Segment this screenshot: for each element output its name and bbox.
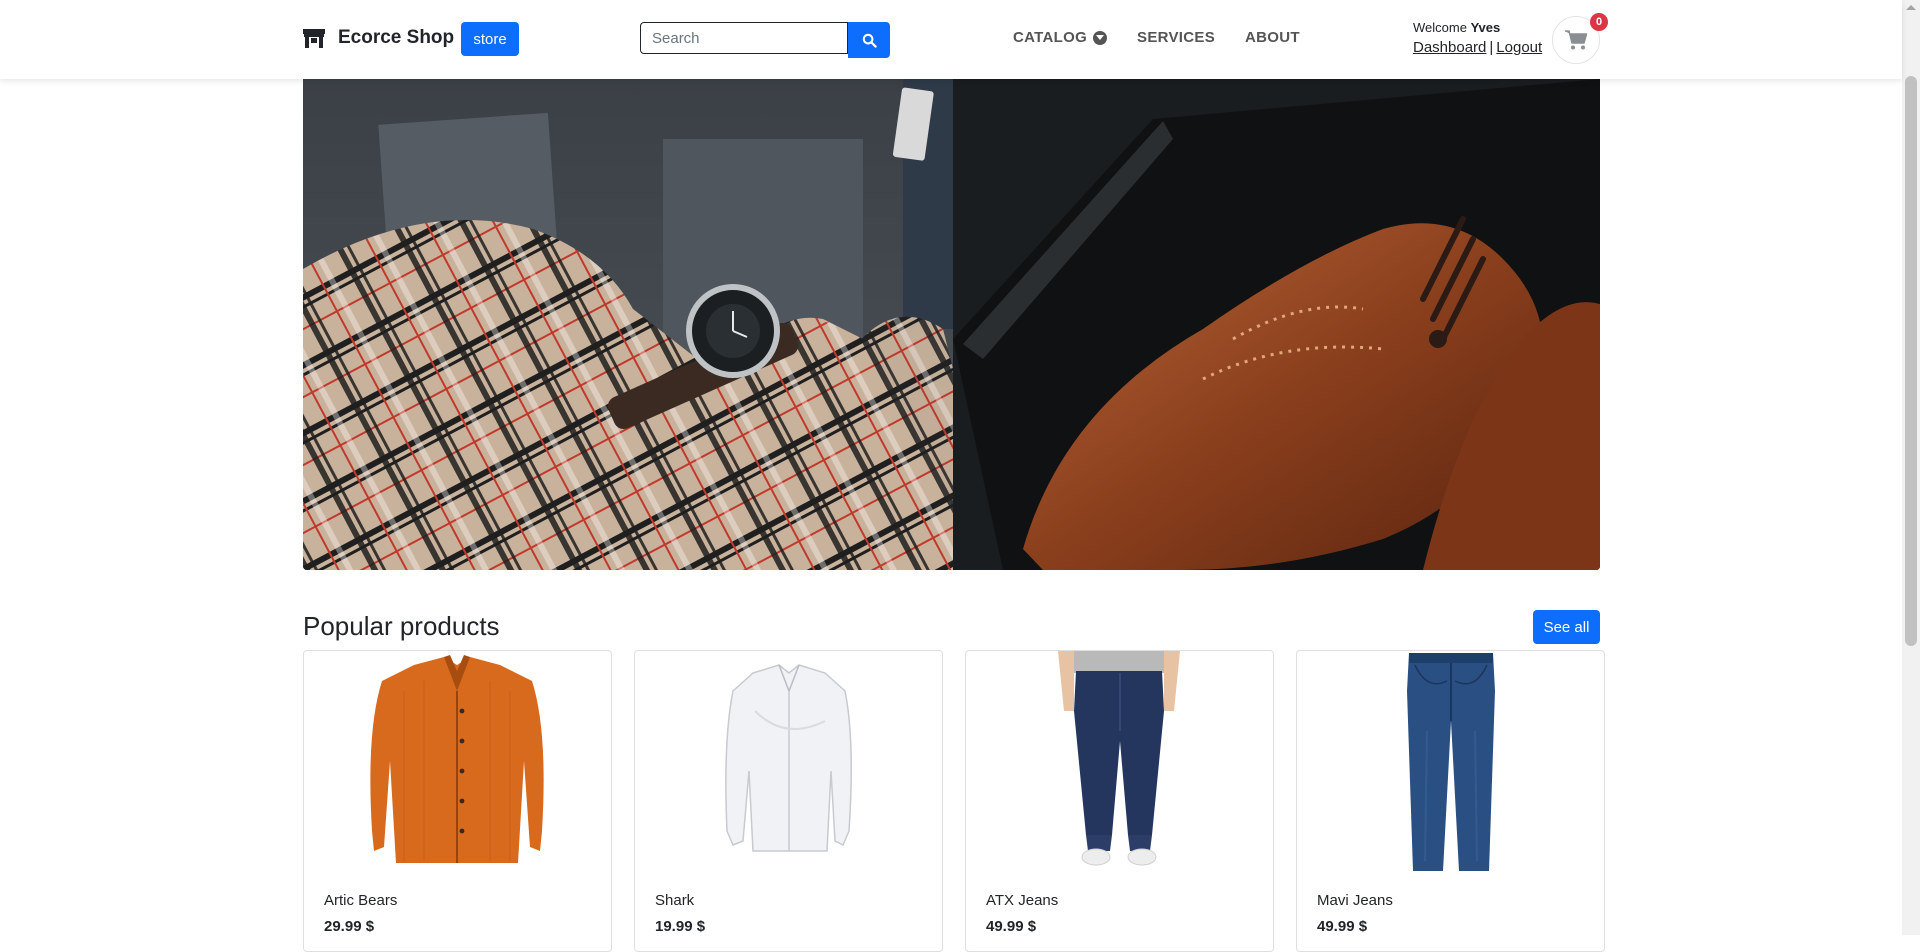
scrollbar-thumb[interactable] [1905, 76, 1917, 646]
product-price: 29.99 $ [324, 918, 375, 935]
product-name: Artic Bears [324, 892, 398, 909]
nav-services-label: SERVICES [1137, 29, 1216, 46]
hero-banner-image [303, 79, 1600, 570]
product-image [1407, 653, 1495, 871]
see-all-button[interactable]: See all [1533, 610, 1600, 644]
cart-count-badge: 0 [1590, 13, 1608, 31]
user-box: Welcome Yves Dashboard | Logout [1413, 18, 1542, 58]
nav-catalog[interactable]: CATALOG [1013, 29, 1108, 46]
product-price: 49.99 $ [1317, 918, 1368, 935]
link-separator: | [1489, 39, 1494, 56]
search-form [640, 22, 890, 58]
product-price: 49.99 $ [986, 918, 1037, 935]
section-title: Popular products [303, 611, 500, 641]
hero-illustration [303, 79, 1600, 570]
scroll-up-icon[interactable] [1906, 5, 1916, 10]
product-image [1058, 651, 1180, 866]
product-name: Shark [655, 892, 695, 909]
cart-icon [1565, 30, 1588, 50]
product-name: Mavi Jeans [1317, 892, 1393, 909]
main-nav: CATALOG SERVICES ABOUT [1013, 29, 1330, 46]
page-scrollbar[interactable] [1902, 0, 1920, 935]
brand-name: Ecorce Shop [338, 27, 455, 48]
product-image [370, 655, 544, 863]
nav-catalog-label: CATALOG [1013, 29, 1088, 46]
brand[interactable]: Ecorce Shop [302, 27, 454, 49]
dashboard-link[interactable]: Dashboard [1413, 39, 1486, 56]
product-card[interactable]: Mavi Jeans 49.99 $ [1296, 650, 1605, 952]
nav-about[interactable]: ABOUT [1245, 29, 1300, 46]
user-name: Yves [1470, 20, 1501, 35]
product-image [725, 664, 852, 852]
welcome-text: Welcome [1413, 20, 1467, 35]
product-card[interactable]: ATX Jeans 49.99 $ [965, 650, 1274, 952]
top-navbar: Ecorce Shop store CATALOG SERVICES ABOUT… [0, 0, 1902, 79]
search-icon [862, 33, 877, 48]
product-card[interactable]: Shark 19.99 $ [634, 650, 943, 952]
nav-about-label: ABOUT [1245, 29, 1300, 46]
chevron-down-icon [1093, 30, 1108, 45]
nav-services[interactable]: SERVICES [1137, 29, 1215, 46]
storefront-icon [303, 29, 325, 48]
product-name: ATX Jeans [986, 892, 1059, 909]
product-card[interactable]: Artic Bears 29.99 $ [303, 650, 612, 952]
product-price: 19.99 $ [655, 918, 706, 935]
store-button[interactable]: store [461, 22, 519, 56]
logout-link[interactable]: Logout [1496, 39, 1542, 56]
product-grid: Artic Bears 29.99 $ Shark 19.99 $ ATX Je… [303, 650, 1627, 952]
search-button[interactable] [848, 22, 890, 58]
search-input[interactable] [640, 22, 848, 54]
